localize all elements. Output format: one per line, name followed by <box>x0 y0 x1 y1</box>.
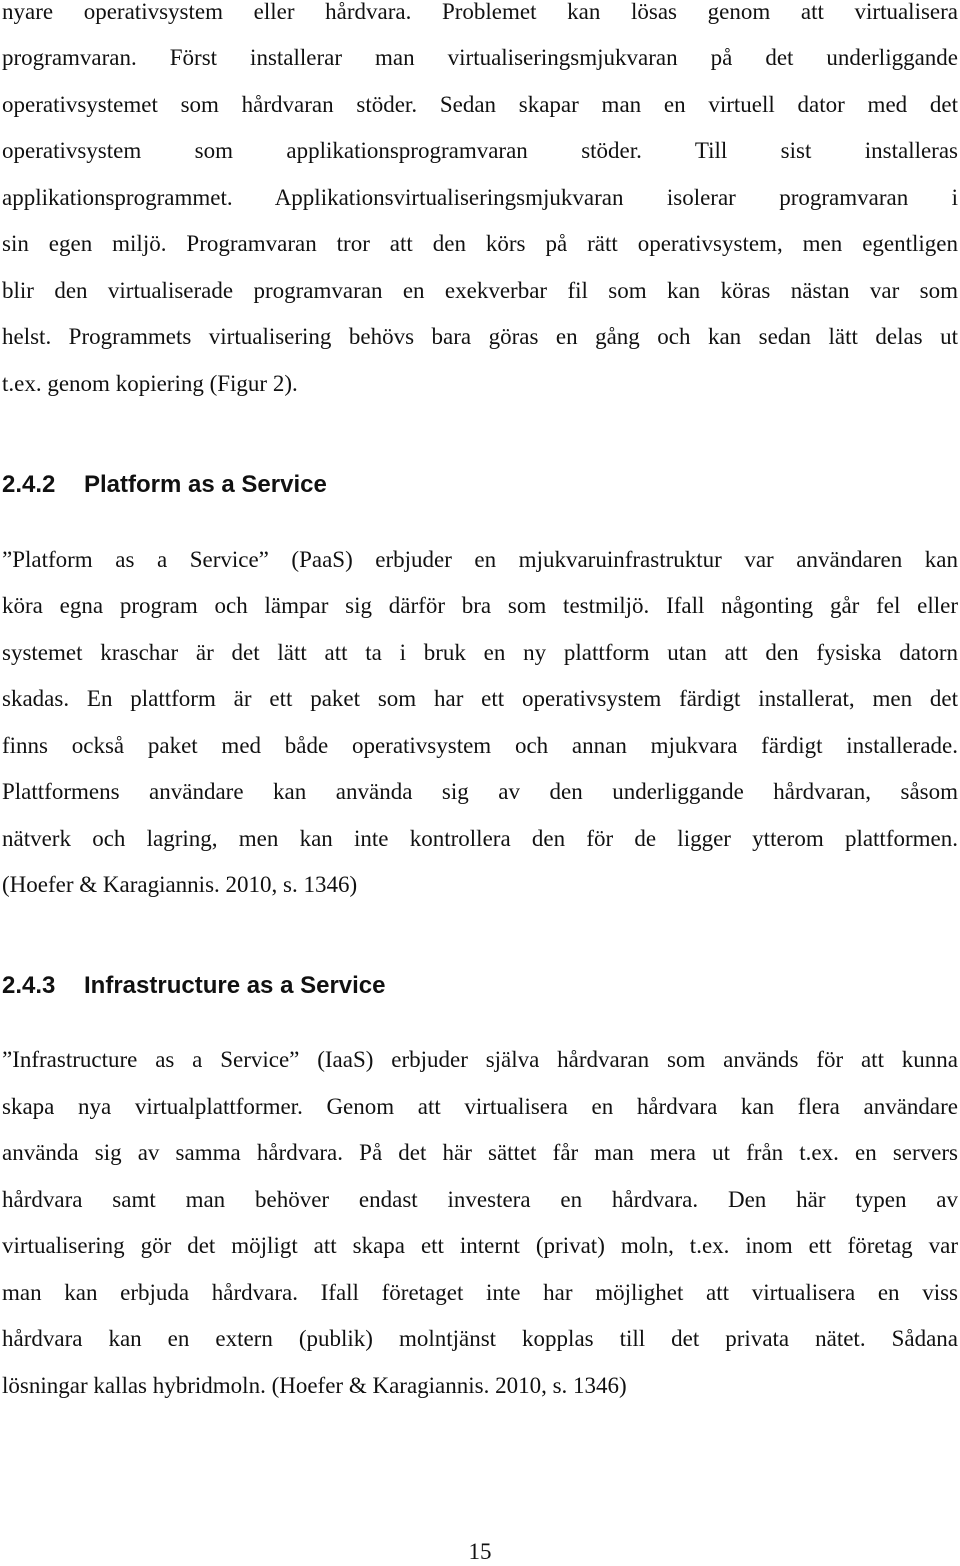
text-line: ”Platform as a Service” (PaaS) erbjuder … <box>2 547 958 572</box>
text-line: lösningar kallas hybridmoln. (Hoefer & K… <box>2 1373 627 1398</box>
text-line: nätverk och lagring, men kan inte kontro… <box>2 826 958 851</box>
text-line: skapa nya virtualplattformer. Genom att … <box>2 1094 958 1119</box>
text-line: operativsystemet som hårdvaran stöder. S… <box>2 92 958 117</box>
text-line: virtualisering gör det möjligt att skapa… <box>2 1233 958 1258</box>
text-line: köra egna program och lämpar sig därför … <box>2 593 958 618</box>
section-heading-paas: 2.4.2 Platform as a Service <box>2 470 327 500</box>
document-page: nyare operativsystem eller hårdvara. Pro… <box>0 0 960 1565</box>
text-line: applikationsprogrammet. Applikationsvirt… <box>2 185 958 210</box>
text-line: t.ex. genom kopiering (Figur 2). <box>2 371 298 396</box>
text-line: hårdvara kan en extern (publik) molntjän… <box>2 1326 958 1351</box>
section-title: Platform as a Service <box>84 471 327 498</box>
text-line: använda sig av samma hårdvara. På det hä… <box>2 1140 958 1165</box>
text-line: (Hoefer & Karagiannis. 2010, s. 1346) <box>2 872 358 897</box>
text-line: Plattformens användare kan använda sig a… <box>2 779 958 804</box>
page-number: 15 <box>468 1539 492 1564</box>
text-line: operativsystem som applikationsprogramva… <box>2 138 958 163</box>
text-line: hårdvara samt man behöver endast investe… <box>2 1187 958 1212</box>
section-heading-iaas: 2.4.3 Infrastructure as a Service <box>2 971 386 1001</box>
section-number: 2.4.2 <box>2 471 56 498</box>
text-line: man kan erbjuda hårdvara. Ifall företage… <box>2 1280 958 1305</box>
text-line: blir den virtualiserade programvaran en … <box>2 278 958 303</box>
section-title: Infrastructure as a Service <box>84 972 386 999</box>
text-line: programvaran. Först installerar man virt… <box>2 45 958 70</box>
section-number: 2.4.3 <box>2 972 56 999</box>
text-line: systemet kraschar är det lätt att ta i b… <box>2 640 958 665</box>
text-line: helst. Programmets virtualisering behövs… <box>2 324 958 349</box>
text-line: skadas. En plattform är ett paket som ha… <box>2 686 958 711</box>
text-line: finns också paket med både operativsyste… <box>2 733 958 758</box>
text-line: sin egen miljö. Programvaran tror att de… <box>2 231 958 256</box>
text-line: nyare operativsystem eller hårdvara. Pro… <box>2 0 958 24</box>
text-line: ”Infrastructure as a Service” (IaaS) erb… <box>2 1047 958 1072</box>
